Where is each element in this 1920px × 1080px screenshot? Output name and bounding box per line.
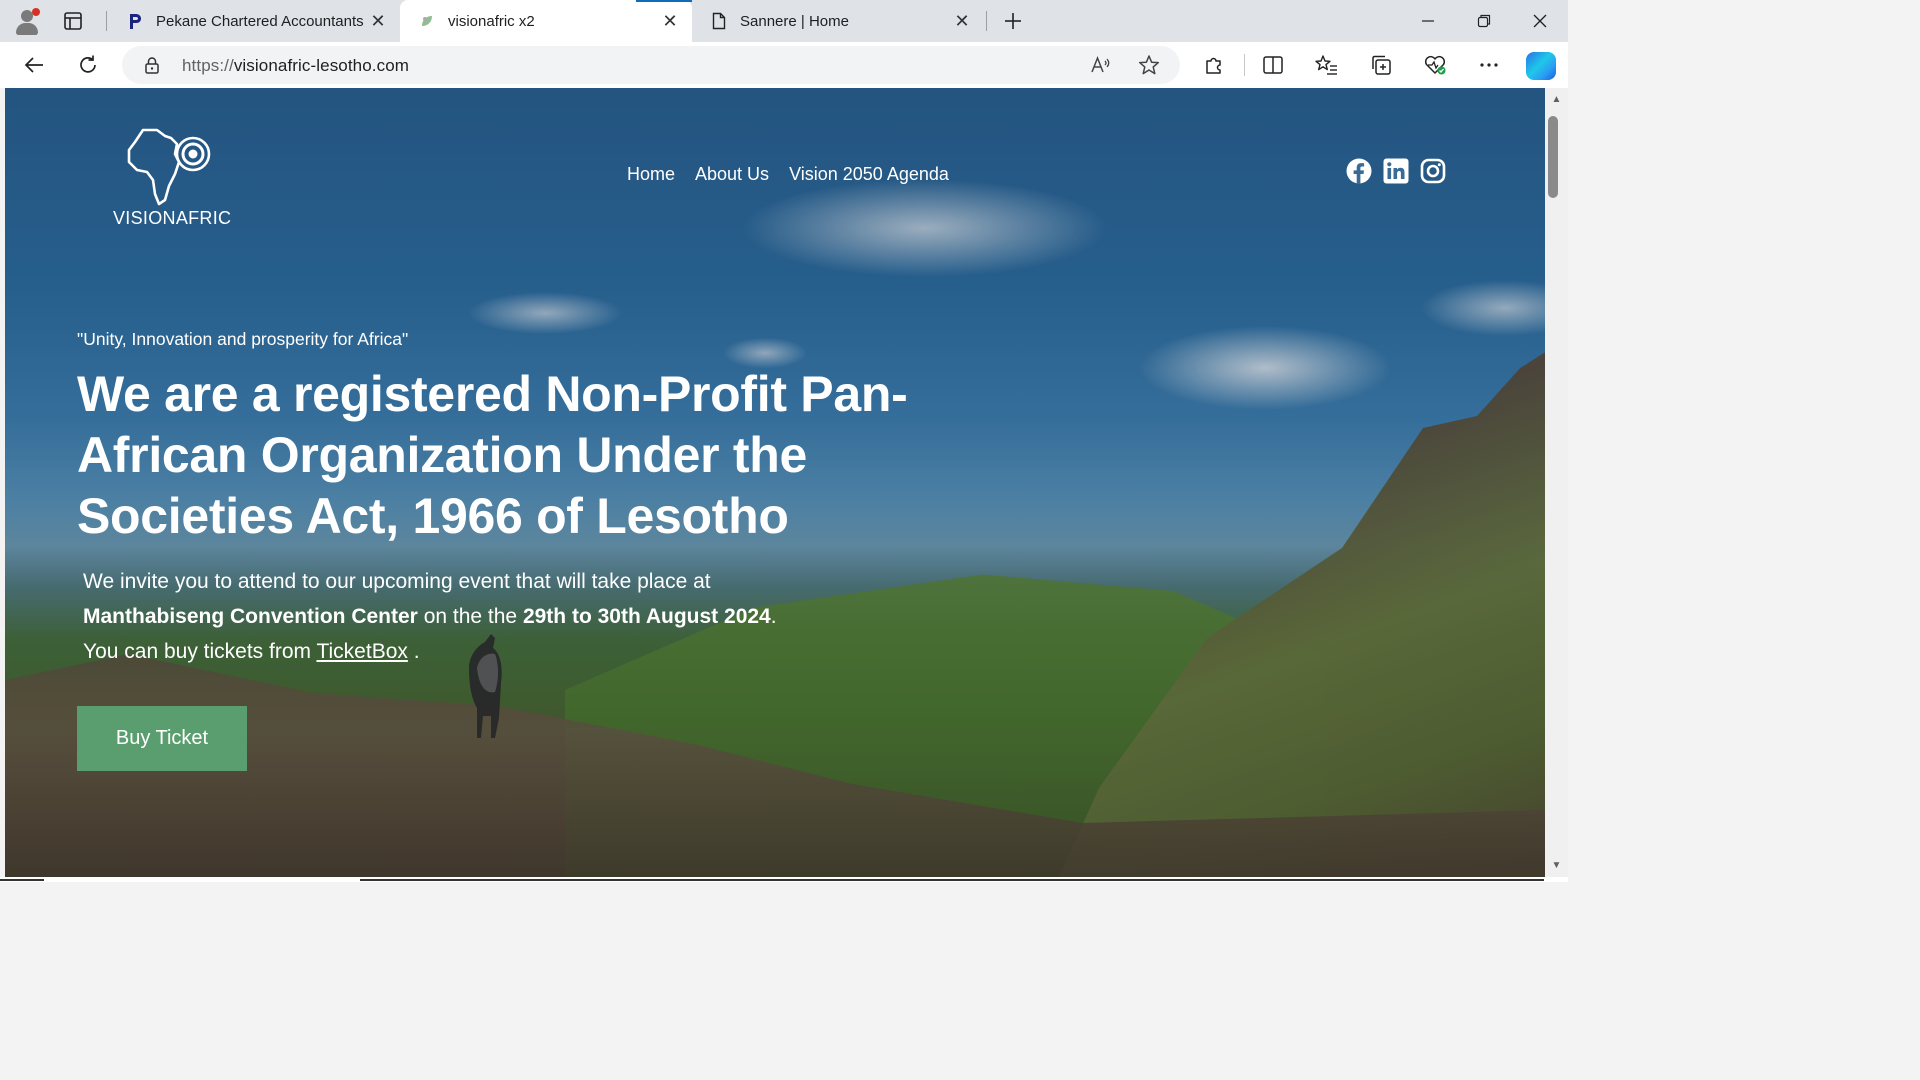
hero-section: VISIONAFRIC Home About Us Vision 2050 Ag… xyxy=(5,88,1545,877)
invite-text: You can buy tickets from xyxy=(83,640,317,663)
main-nav: Home About Us Vision 2050 Agenda xyxy=(627,164,949,185)
more-dots-icon[interactable] xyxy=(1473,50,1505,80)
taskbar-indicator xyxy=(0,879,44,881)
p-logo-icon xyxy=(126,12,144,30)
scroll-down-arrow-icon[interactable]: ▼ xyxy=(1545,860,1568,871)
invite-text: We invite you to attend to our upcoming … xyxy=(83,570,711,593)
tab-separator xyxy=(986,11,987,31)
nav-about-us[interactable]: About Us xyxy=(695,164,769,185)
tab-title: Sannere | Home xyxy=(740,12,849,30)
tab-close-icon[interactable]: ✕ xyxy=(656,7,684,35)
restore-icon[interactable] xyxy=(1456,0,1512,42)
tab-strip: Pekane Chartered Accountants ✕ visionafr… xyxy=(0,0,1568,42)
collections-icon[interactable] xyxy=(1365,50,1397,80)
reload-icon[interactable] xyxy=(72,50,104,80)
tab-title: visionafric x2 xyxy=(448,12,535,30)
active-tab-indicator xyxy=(636,0,692,2)
facebook-icon[interactable] xyxy=(1346,158,1372,184)
read-aloud-icon[interactable] xyxy=(1090,55,1112,80)
taskbar-indicator xyxy=(360,879,1544,881)
tab-close-icon[interactable]: ✕ xyxy=(948,7,976,35)
split-screen-icon[interactable] xyxy=(1257,50,1289,80)
linkedin-icon[interactable] xyxy=(1383,158,1409,184)
toolbar-separator xyxy=(1244,54,1245,76)
url-text[interactable]: https://visionafric-lesotho.com xyxy=(182,56,409,76)
star-icon[interactable] xyxy=(1138,54,1160,81)
event-venue: Manthabiseng Convention Center xyxy=(83,605,418,628)
tab-title: Pekane Chartered Accountants xyxy=(156,12,364,30)
instagram-icon[interactable] xyxy=(1420,158,1446,184)
tab-sannere[interactable]: Sannere | Home ✕ xyxy=(692,0,984,42)
tab-pekane[interactable]: Pekane Chartered Accountants ✕ xyxy=(108,0,400,42)
tab-separator xyxy=(106,11,107,31)
page-scrollbar[interactable]: ▲ ▼ xyxy=(1545,88,1568,877)
scrollbar-thumb[interactable] xyxy=(1548,116,1558,198)
puzzle-icon[interactable] xyxy=(1198,50,1230,80)
document-icon xyxy=(710,12,728,30)
event-invite: We invite you to attend to our upcoming … xyxy=(83,564,863,669)
tab-visionafric[interactable]: visionafric x2 ✕ xyxy=(400,0,692,42)
copilot-icon[interactable] xyxy=(1526,52,1556,80)
event-dates: 29th to 30th August 2024 xyxy=(522,605,771,628)
ticketbox-link[interactable]: TicketBox xyxy=(316,640,407,663)
close-icon[interactable] xyxy=(1512,0,1568,42)
favorites-list-icon[interactable] xyxy=(1311,50,1343,80)
url-host: visionafric-lesotho.com xyxy=(233,56,410,75)
page-headline: We are a registered Non-Profit Pan-Afric… xyxy=(77,366,908,544)
nav-home[interactable]: Home xyxy=(627,164,675,185)
invite-text: on the the xyxy=(417,605,523,628)
profile-avatar-icon[interactable] xyxy=(12,6,42,36)
invite-text: . xyxy=(407,640,420,663)
tagline: "Unity, Innovation and prosperity for Af… xyxy=(77,329,409,349)
buy-ticket-button[interactable]: Buy Ticket xyxy=(77,706,247,771)
tab-close-icon[interactable]: ✕ xyxy=(364,7,392,35)
plus-icon[interactable] xyxy=(998,6,1028,36)
window-bottom-edge xyxy=(0,877,1568,882)
url-scheme: https:// xyxy=(182,56,234,75)
browser-toolbar: https://visionafric-lesotho.com xyxy=(0,42,1568,88)
scroll-up-arrow-icon[interactable]: ▲ xyxy=(1545,94,1568,105)
tab-actions-icon[interactable] xyxy=(60,8,86,34)
back-arrow-icon[interactable] xyxy=(18,50,50,80)
logo-text: VISIONAFRIC xyxy=(113,208,232,228)
browser-essentials-icon[interactable] xyxy=(1419,50,1451,80)
nav-vision-2050-agenda[interactable]: Vision 2050 Agenda xyxy=(789,164,949,185)
minimize-icon[interactable] xyxy=(1400,0,1456,42)
invite-text: . xyxy=(770,605,777,628)
address-bar[interactable]: https://visionafric-lesotho.com xyxy=(122,46,1180,84)
lock-icon[interactable] xyxy=(144,56,160,79)
leaf-icon xyxy=(418,12,436,30)
